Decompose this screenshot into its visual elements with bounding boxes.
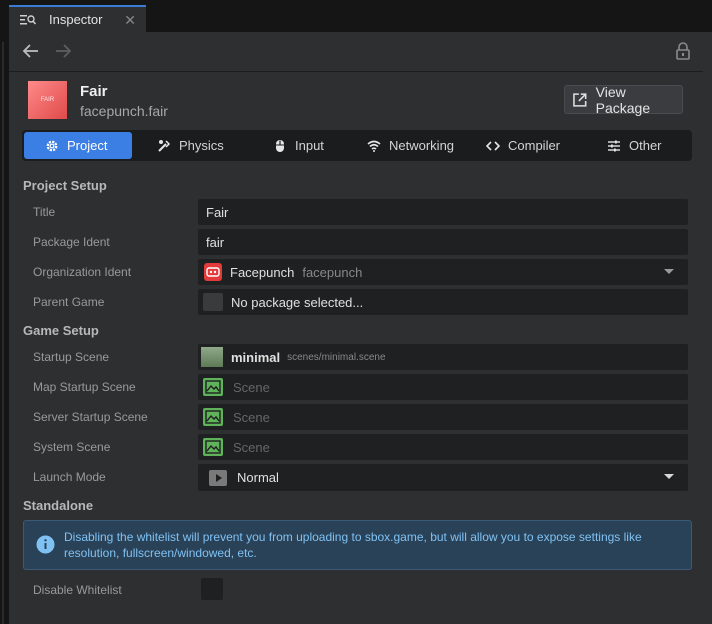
scene-icon — [203, 378, 223, 396]
organization-ident-label: Organization Ident — [33, 265, 132, 279]
inspector-panel: FAIR Fair facepunch.fair View Package Pr… — [9, 32, 712, 624]
category-tabs: Project Physics Input Networking Compile… — [22, 130, 692, 161]
sliders-icon — [608, 140, 620, 151]
inspector-window: Inspector ✕ FAIR Fair facepunch.fair Vie… — [0, 0, 712, 624]
parent-game-field[interactable]: No package selected... — [198, 289, 688, 315]
package-ident-field[interactable]: fair — [198, 229, 688, 255]
gear-icon — [46, 140, 58, 151]
view-package-button[interactable]: View Package — [564, 84, 683, 116]
mouse-icon — [276, 139, 284, 152]
close-icon[interactable]: ✕ — [124, 13, 136, 27]
lock-icon[interactable] — [676, 42, 690, 60]
parent-game-label: Parent Game — [33, 295, 105, 309]
startup-scene-field[interactable]: minimal scenes/minimal.scene — [198, 344, 688, 370]
forward-arrow-icon[interactable] — [54, 42, 72, 60]
org-name: Facepunch — [230, 264, 295, 280]
tab-networking[interactable]: Networking — [367, 132, 454, 159]
tab-other[interactable]: Other — [607, 132, 662, 159]
chevron-down-icon — [664, 474, 674, 479]
package-ident: facepunch.fair — [80, 103, 168, 119]
startup-scene-label: Startup Scene — [33, 350, 110, 364]
section-project-setup: Project Setup — [23, 178, 107, 193]
package-thumbnail: FAIR — [28, 81, 67, 119]
tab-title: Inspector — [49, 12, 103, 27]
physics-icon — [158, 139, 171, 152]
wifi-icon — [367, 140, 381, 152]
server-startup-scene-label: Server Startup Scene — [33, 410, 148, 424]
server-startup-scene-field[interactable]: Scene — [198, 404, 688, 430]
info-text: Disabling the whitelist will prevent you… — [64, 530, 642, 560]
title-field[interactable]: Fair — [198, 199, 688, 225]
section-standalone: Standalone — [23, 498, 94, 513]
scene-icon — [203, 408, 223, 426]
scene-icon — [203, 438, 223, 456]
tab-inspector[interactable]: Inspector ✕ — [9, 5, 146, 32]
section-game-setup: Game Setup — [23, 323, 99, 338]
whitelist-info-box: Disabling the whitelist will prevent you… — [23, 520, 692, 570]
system-scene-label: System Scene — [33, 440, 111, 454]
code-icon — [486, 140, 500, 151]
inspector-icon — [20, 14, 36, 24]
left-dock-strip — [0, 32, 9, 624]
launch-mode-label: Launch Mode — [33, 470, 106, 484]
tab-compiler[interactable]: Compiler — [486, 132, 560, 159]
tab-bar: Inspector ✕ — [0, 0, 712, 32]
chevron-down-icon — [664, 269, 674, 274]
tab-input[interactable]: Input — [273, 132, 324, 159]
external-link-icon — [573, 92, 587, 107]
nav-bar — [9, 32, 703, 72]
play-icon — [209, 469, 227, 486]
title-label: Title — [33, 205, 56, 219]
launch-mode-dropdown[interactable]: Normal — [198, 464, 688, 491]
tab-physics[interactable]: Physics — [157, 132, 224, 159]
package-ident-label: Package Ident — [33, 235, 110, 249]
map-startup-scene-label: Map Startup Scene — [33, 380, 136, 394]
organization-dropdown[interactable]: Facepunch facepunch — [198, 259, 688, 285]
back-arrow-icon[interactable] — [22, 42, 40, 60]
map-startup-scene-field[interactable]: Scene — [198, 374, 688, 400]
facepunch-logo-icon — [204, 263, 222, 281]
scene-thumbnail — [201, 347, 223, 367]
disable-whitelist-label: Disable Whitelist — [33, 583, 122, 597]
info-icon — [36, 535, 55, 554]
org-ident: facepunch — [302, 264, 363, 280]
package-title: Fair — [80, 83, 108, 100]
package-thumb-icon — [203, 293, 223, 311]
tab-project[interactable]: Project — [24, 132, 132, 159]
system-scene-field[interactable]: Scene — [198, 434, 688, 460]
disable-whitelist-checkbox[interactable] — [201, 578, 223, 600]
